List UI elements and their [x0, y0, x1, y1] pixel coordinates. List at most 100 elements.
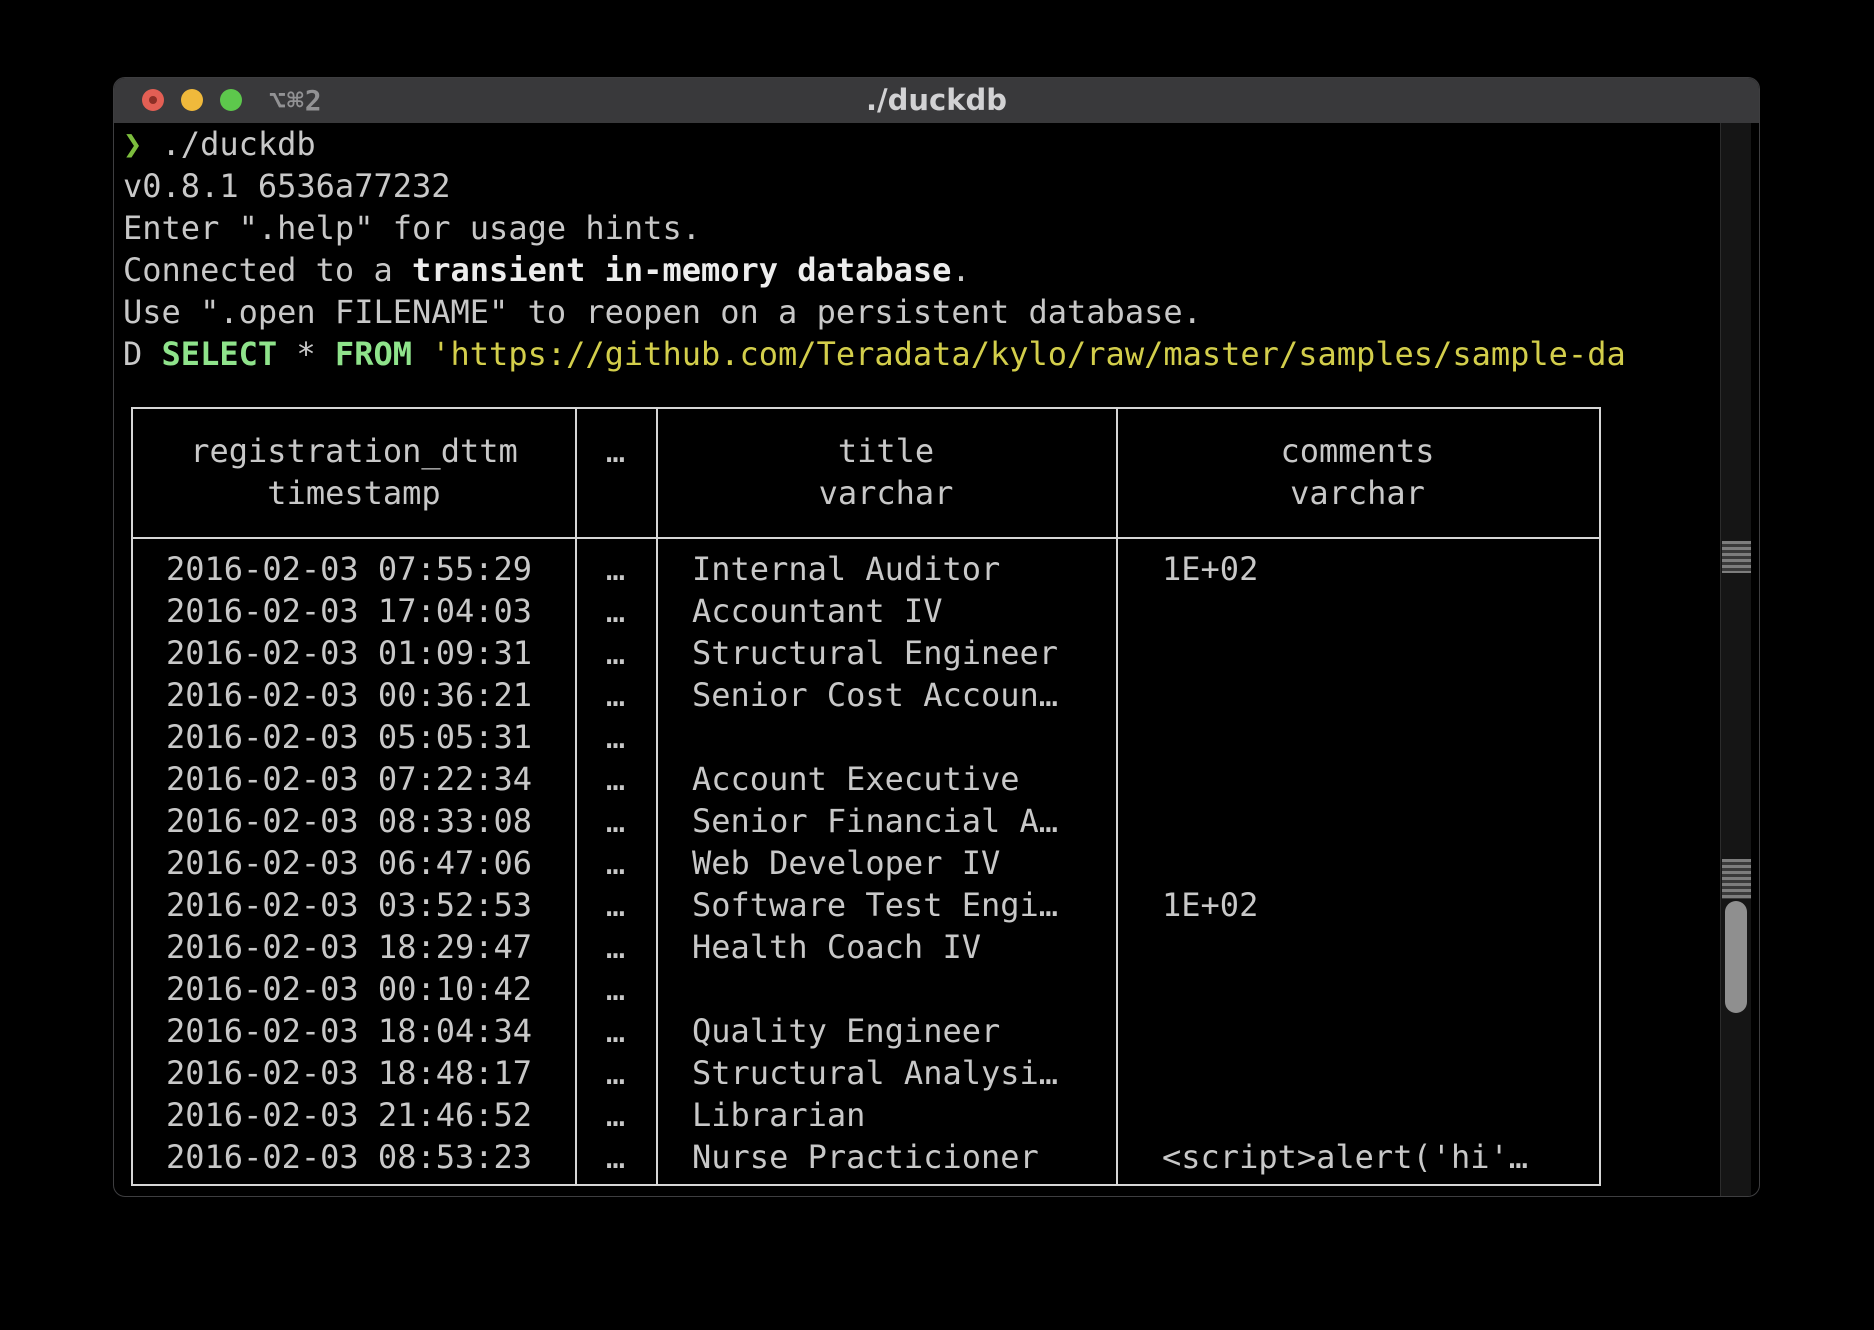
table-cell: 2016-02-03 05:05:31 [133, 716, 575, 758]
terminal-text-segment: FROM [335, 335, 412, 373]
table-cell: Account Executive [656, 758, 1116, 800]
table-cell: … [575, 800, 656, 842]
column-header-name: title [656, 430, 1116, 472]
terminal-text-segment: v0.8.1 6536a77232 [123, 167, 451, 205]
table-cell [1116, 1052, 1599, 1094]
table-cell: 2016-02-03 01:09:31 [133, 632, 575, 674]
table-row: 2016-02-03 18:29:47…Health Coach IV [133, 926, 1599, 968]
column-header-name: registration_dttm [133, 430, 575, 472]
window-titlebar[interactable]: ⌥⌘2 ./duckdb [114, 78, 1759, 123]
column-header-name: … [575, 430, 656, 472]
table-cell: Structural Engineer [656, 632, 1116, 674]
terminal-line: ❯ ./duckdb [123, 123, 1719, 165]
terminal-text-segment: ❯ [123, 125, 142, 163]
table-cell: Health Coach IV [656, 926, 1116, 968]
table-cell [1116, 716, 1599, 758]
scrollbar-thumb[interactable] [1725, 901, 1747, 1013]
table-cell: … [575, 1136, 656, 1178]
table-row: 2016-02-03 17:04:03…Accountant IV [133, 590, 1599, 632]
table-row: 2016-02-03 03:52:53…Software Test Engi…1… [133, 884, 1599, 926]
terminal-window: ⌥⌘2 ./duckdb ❯ ./duckdbv0.8.1 6536a77232… [113, 77, 1760, 1197]
table-cell: 2016-02-03 07:22:34 [133, 758, 575, 800]
table-cell: … [575, 548, 656, 590]
query-result-table: registration_dttm timestamp … title varc… [131, 407, 1601, 1186]
table-cell: … [575, 884, 656, 926]
table-cell [1116, 758, 1599, 800]
table-cell: 2016-02-03 08:53:23 [133, 1136, 575, 1178]
terminal-line: Use ".open FILENAME" to reopen on a pers… [123, 291, 1719, 333]
terminal-text-segment: transient in-memory database [412, 251, 951, 289]
terminal-text-segment: 'https://github.com/Teradata/kylo/raw/ma… [431, 335, 1625, 373]
scrollbar-mark [1722, 541, 1751, 573]
terminal-line: v0.8.1 6536a77232 [123, 165, 1719, 207]
table-cell: 2016-02-03 18:48:17 [133, 1052, 575, 1094]
terminal-text-segment: Use ".open FILENAME" to reopen on a pers… [123, 293, 1202, 331]
terminal-text-segment: . [951, 251, 970, 289]
table-cell: 2016-02-03 06:47:06 [133, 842, 575, 884]
terminal-text-segment: ./duckdb [142, 125, 315, 163]
table-row: 2016-02-03 01:09:31…Structural Engineer [133, 632, 1599, 674]
table-cell [656, 716, 1116, 758]
table-cell: 2016-02-03 07:55:29 [133, 548, 575, 590]
scrollbar-track[interactable] [1720, 123, 1751, 1196]
table-cell: <script>alert('hi'… [1116, 1136, 1599, 1178]
table-cell: Accountant IV [656, 590, 1116, 632]
table-cell [1116, 1010, 1599, 1052]
terminal-line: Enter ".help" for usage hints. [123, 207, 1719, 249]
terminal-text-segment: * [277, 335, 335, 373]
table-cell: 2016-02-03 00:10:42 [133, 968, 575, 1010]
table-cell [1116, 590, 1599, 632]
table-cell [656, 968, 1116, 1010]
table-cell [1116, 842, 1599, 884]
terminal-output: ❯ ./duckdbv0.8.1 6536a77232Enter ".help"… [123, 123, 1719, 375]
table-cell: Librarian [656, 1094, 1116, 1136]
table-cell: … [575, 674, 656, 716]
column-header-type: timestamp [133, 472, 575, 514]
terminal-text-segment [412, 335, 431, 373]
table-cell: … [575, 842, 656, 884]
table-cell [1116, 632, 1599, 674]
table-cell: Senior Cost Accoun… [656, 674, 1116, 716]
window-title: ./duckdb [114, 78, 1759, 123]
table-cell: 2016-02-03 18:29:47 [133, 926, 575, 968]
table-cell: … [575, 1052, 656, 1094]
table-cell: … [575, 632, 656, 674]
table-row: 2016-02-03 08:33:08…Senior Financial A… [133, 800, 1599, 842]
table-cell: Quality Engineer [656, 1010, 1116, 1052]
table-cell [1116, 800, 1599, 842]
table-cell: 1E+02 [1116, 884, 1599, 926]
table-cell: … [575, 1094, 656, 1136]
table-cell: … [575, 968, 656, 1010]
table-row: 2016-02-03 08:53:23…Nurse Practicioner<s… [133, 1136, 1599, 1178]
table-cell: Internal Auditor [656, 548, 1116, 590]
table-row: 2016-02-03 05:05:31… [133, 716, 1599, 758]
table-cell [1116, 1094, 1599, 1136]
table-cell: 1E+02 [1116, 548, 1599, 590]
scrollbar-mark [1722, 859, 1751, 899]
terminal-text-segment: Enter ".help" for usage hints. [123, 209, 701, 247]
table-cell: … [575, 590, 656, 632]
table-cell: Senior Financial A… [656, 800, 1116, 842]
table-cell: Web Developer IV [656, 842, 1116, 884]
table-cell: … [575, 926, 656, 968]
column-header-name: comments [1116, 430, 1599, 472]
table-cell: … [575, 758, 656, 800]
table-cell: 2016-02-03 21:46:52 [133, 1094, 575, 1136]
table-cell: … [575, 716, 656, 758]
table-cell [1116, 674, 1599, 716]
header-divider [133, 537, 1599, 539]
table-row: 2016-02-03 18:04:34…Quality Engineer [133, 1010, 1599, 1052]
table-cell: 2016-02-03 08:33:08 [133, 800, 575, 842]
table-cell: 2016-02-03 03:52:53 [133, 884, 575, 926]
table-cell: Structural Analysi… [656, 1052, 1116, 1094]
table-row: 2016-02-03 00:10:42… [133, 968, 1599, 1010]
table-row: 2016-02-03 18:48:17…Structural Analysi… [133, 1052, 1599, 1094]
table-cell: 2016-02-03 17:04:03 [133, 590, 575, 632]
table-cell: … [575, 1010, 656, 1052]
terminal-line: Connected to a transient in-memory datab… [123, 249, 1719, 291]
column-header-type: varchar [1116, 472, 1599, 514]
table-cell: 2016-02-03 00:36:21 [133, 674, 575, 716]
table-row: 2016-02-03 07:22:34…Account Executive [133, 758, 1599, 800]
terminal-line: D SELECT * FROM 'https://github.com/Tera… [123, 333, 1719, 375]
table-cell: Software Test Engi… [656, 884, 1116, 926]
